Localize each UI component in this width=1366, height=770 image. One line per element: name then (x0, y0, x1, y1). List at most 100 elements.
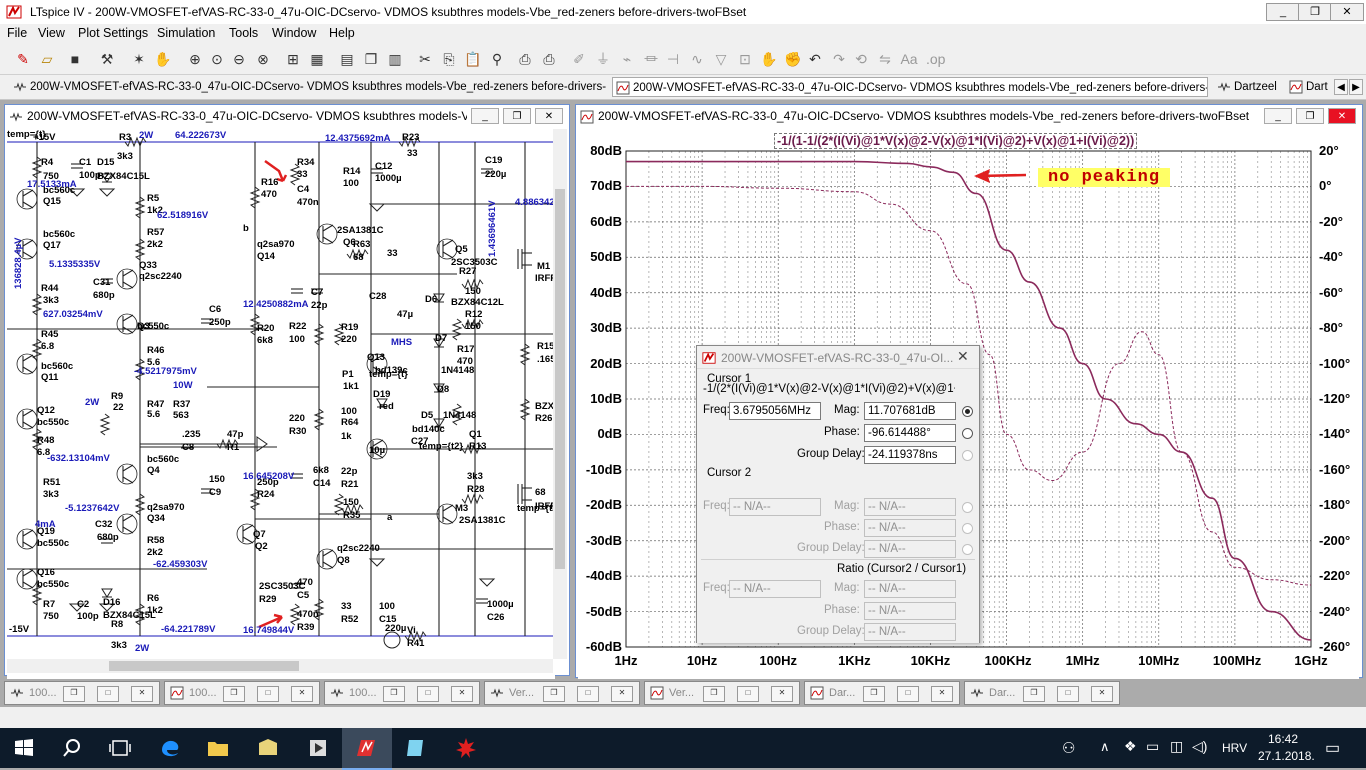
restore-button[interactable]: ❐ (863, 686, 885, 702)
ground-icon[interactable]: ⏚ (594, 50, 612, 68)
taskbar-ltspice-active[interactable] (342, 728, 392, 770)
text-icon[interactable]: Aa (900, 50, 918, 68)
copy-icon[interactable]: ⎘ (440, 50, 458, 68)
maximize-button[interactable]: ❐ (1298, 3, 1332, 21)
menu-view[interactable]: View (38, 26, 65, 40)
cursor-dialog-close-button[interactable]: ✕ (957, 348, 969, 365)
undo-icon[interactable]: ↶ (806, 50, 824, 68)
task-view-icon[interactable] (108, 736, 132, 760)
zoom-out-icon[interactable]: ⊖ (230, 50, 248, 68)
search-icon[interactable] (60, 736, 84, 760)
close-button[interactable]: ✕ (611, 686, 633, 702)
tile-horizontal-icon[interactable]: ▤ (338, 50, 356, 68)
notification-icon[interactable]: ▭ (1325, 738, 1340, 758)
plot-minimize-button[interactable]: _ (1264, 108, 1292, 124)
zoom-fit-icon[interactable]: ⊗ (254, 50, 272, 68)
tile-vertical-icon[interactable]: ▥ (386, 50, 404, 68)
plot-maximize-button[interactable]: ❐ (1296, 108, 1324, 124)
clock-time[interactable]: 16:42 (1268, 732, 1298, 746)
restore-button[interactable]: ❐ (223, 686, 245, 702)
tab-dartzeel[interactable]: Dartzeel (1214, 77, 1280, 97)
paste-icon[interactable]: 📋 (464, 50, 482, 68)
file-explorer-icon[interactable] (206, 736, 230, 760)
menu-simulation[interactable]: Simulation (157, 26, 215, 40)
spice-directive-icon[interactable]: .op (926, 50, 945, 68)
tab-waveform[interactable]: 200W-VMOSFET-efVAS-RC-33-0_47u-OIC-DCser… (612, 77, 1208, 97)
run-icon[interactable]: ✶ (130, 50, 148, 68)
pan-icon[interactable]: ✋ (154, 50, 172, 68)
find-icon[interactable]: ⚲ (488, 50, 506, 68)
cursor2-mag-radio[interactable] (962, 502, 973, 513)
control-panel-icon[interactable]: ⚒ (98, 50, 116, 68)
minimized-window[interactable]: 100... ❐ □ ✕ (324, 681, 480, 705)
schematic-maximize-button[interactable]: ❐ (503, 108, 531, 124)
maximize-button[interactable]: □ (737, 686, 759, 702)
print-icon[interactable]: ⎙ (540, 50, 558, 68)
zoom-pan-icon[interactable]: ⊙ (208, 50, 226, 68)
rotate-icon[interactable]: ⟲ (852, 50, 870, 68)
autorange-icon[interactable]: ⊞ (284, 50, 302, 68)
close-button[interactable]: ✕ (931, 686, 953, 702)
drag-icon[interactable]: ✊ (784, 50, 802, 68)
maximize-button[interactable]: □ (577, 686, 599, 702)
schematic-vscroll-thumb[interactable] (555, 189, 565, 569)
clock-date[interactable]: 27.1.2018. (1258, 749, 1315, 763)
schematic-vscrollbar[interactable] (553, 129, 567, 659)
cascade-icon[interactable]: ❐ (362, 50, 380, 68)
open-icon[interactable]: ▱ (38, 50, 56, 68)
minimized-window[interactable]: 100... ❐ □ ✕ (164, 681, 320, 705)
menu-help[interactable]: Help (329, 26, 355, 40)
restore-button[interactable]: ❐ (543, 686, 565, 702)
maximize-button[interactable]: □ (1057, 686, 1079, 702)
inductor-icon[interactable]: ∿ (688, 50, 706, 68)
people-icon[interactable]: ⚇ (1062, 739, 1075, 757)
network-icon[interactable]: ◫ (1170, 738, 1183, 755)
redo-icon[interactable]: ↷ (830, 50, 848, 68)
restore-button[interactable]: ❐ (1023, 686, 1045, 702)
edge-icon[interactable] (158, 736, 182, 760)
wire-icon[interactable]: ✐ (570, 50, 588, 68)
restore-button[interactable]: ❐ (703, 686, 725, 702)
schematic-close-button[interactable]: ✕ (535, 108, 563, 124)
ratio-group-delay-field[interactable]: -- N/A-- (864, 623, 956, 641)
tab-scroll-right-button[interactable]: ▶ (1349, 79, 1363, 95)
ratio-phase-field[interactable]: -- N/A-- (864, 602, 956, 620)
notes-app-icon[interactable] (404, 736, 428, 760)
plot-close-button[interactable]: ✕ (1328, 108, 1356, 124)
menu-tools[interactable]: Tools (229, 26, 258, 40)
component-icon[interactable]: ⊡ (736, 50, 754, 68)
maximize-button[interactable]: □ (897, 686, 919, 702)
restore-button[interactable]: ❐ (383, 686, 405, 702)
cursor2-mag-field[interactable]: -- N/A-- (864, 498, 956, 516)
menu-file[interactable]: File (7, 26, 27, 40)
windows-start-icon[interactable] (12, 736, 36, 760)
cursor1-group-delay-field[interactable]: -24.119378ns (864, 446, 956, 464)
tab-scroll-left-button[interactable]: ◀ (1334, 79, 1348, 95)
print-preview-icon[interactable]: ⎙ (516, 50, 534, 68)
cursor2-freq-field[interactable]: -- N/A-- (729, 498, 821, 516)
volume-icon[interactable]: ◁) (1192, 738, 1207, 755)
zoom-in-icon[interactable]: ⊕ (186, 50, 204, 68)
close-button[interactable]: ✕ (451, 686, 473, 702)
cursor2-group-delay-radio[interactable] (962, 544, 973, 555)
tab-schematic[interactable]: 200W-VMOSFET-efVAS-RC-33-0_47u-OIC-DCser… (10, 77, 606, 97)
minimized-window[interactable]: Ver... ❐ □ ✕ (484, 681, 640, 705)
dropbox-icon[interactable]: ❖ (1124, 738, 1137, 755)
grid-icon[interactable]: ▦ (308, 50, 326, 68)
close-button[interactable]: ✕ (1330, 3, 1364, 21)
menu-window[interactable]: Window (272, 26, 316, 40)
cursor1-mag-field[interactable]: 11.707681dB (864, 402, 956, 420)
minimized-window[interactable]: Dar... ❐ □ ✕ (804, 681, 960, 705)
schematic-hscroll-thumb[interactable] (109, 661, 299, 671)
schematic-minimize-button[interactable]: _ (471, 108, 499, 124)
cursor2-phase-field[interactable]: -- N/A-- (864, 519, 956, 537)
cursor1-group-delay-radio[interactable] (962, 450, 973, 461)
ratio-freq-field[interactable]: -- N/A-- (729, 580, 821, 598)
mirror-icon[interactable]: ⇋ (876, 50, 894, 68)
close-button[interactable]: ✕ (291, 686, 313, 702)
label-icon[interactable]: ⌁ (618, 50, 636, 68)
resistor-icon[interactable]: ⏛ (642, 50, 660, 68)
cut-icon[interactable]: ✂ (416, 50, 434, 68)
cursor1-phase-radio[interactable] (962, 428, 973, 439)
media-app-icon[interactable] (306, 736, 330, 760)
